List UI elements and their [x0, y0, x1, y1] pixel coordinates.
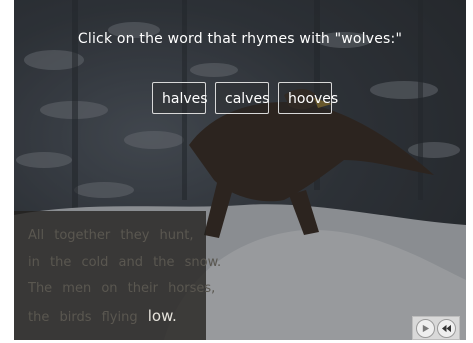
poem-last-line: the birds flying low.: [28, 303, 206, 332]
poem-line: in the cold and the snow.: [28, 254, 222, 270]
choice-button-hooves[interactable]: hooves: [278, 82, 338, 114]
answer-choices: halves calves hooves: [152, 82, 338, 114]
poem-line: All together they hunt,: [28, 228, 194, 243]
activity-slide: Click on the word that rhymes with "wolv…: [0, 0, 473, 343]
poem-highlight-word: low.: [147, 306, 177, 325]
poem-panel: All together they hunt, in the cold and …: [14, 211, 222, 340]
playback-controls: [412, 316, 460, 340]
poem-line-text: the birds flying: [28, 309, 138, 325]
play-button[interactable]: [416, 318, 435, 338]
play-icon: [422, 324, 430, 332]
question-prompt: Click on the word that rhymes with "wolv…: [77, 31, 403, 47]
choice-button-calves[interactable]: calves: [215, 82, 269, 114]
rewind-icon: [442, 324, 451, 332]
poem-line: The men on their horses,: [28, 281, 216, 296]
choice-button-halves[interactable]: halves: [152, 82, 208, 114]
rewind-button[interactable]: [437, 318, 456, 338]
